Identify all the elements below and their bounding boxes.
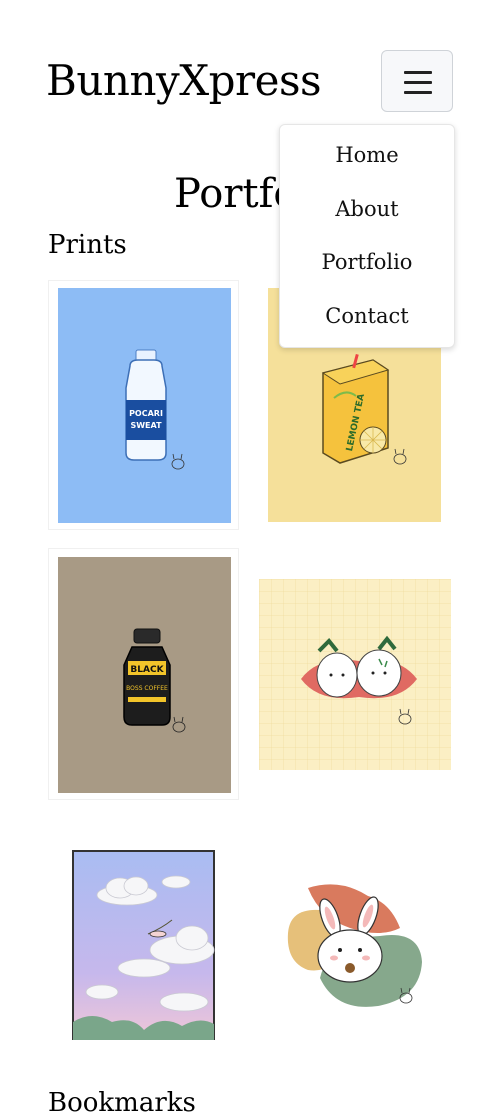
artwork-label: BLACK <box>130 665 164 675</box>
menu-item-contact[interactable]: Contact <box>280 303 454 329</box>
print-thumbnail-bunny[interactable] <box>280 878 426 1014</box>
print-thumbnail-strawberry-mochi[interactable] <box>259 579 451 770</box>
section-title-prints: Prints <box>48 230 127 260</box>
print-thumbnail-boss-coffee[interactable]: BLACK BOSS COFFEE <box>48 548 239 800</box>
print-thumbnail-sky-scene[interactable] <box>72 850 215 1040</box>
print-image <box>259 579 451 770</box>
hamburger-line <box>404 91 432 94</box>
artwork-label: SWEAT <box>130 421 162 430</box>
menu-item-portfolio[interactable]: Portfolio <box>280 249 454 275</box>
section-title-bookmarks: Bookmarks <box>48 1088 196 1118</box>
menu-item-about[interactable]: About <box>280 196 454 222</box>
hamburger-line <box>404 81 432 84</box>
artwork-label: BOSS COFFEE <box>126 685 168 692</box>
brand-logo[interactable]: BunnyXpress <box>46 56 322 106</box>
print-image: BLACK BOSS COFFEE <box>58 557 231 793</box>
menu-toggle-button[interactable] <box>381 50 453 112</box>
nav-dropdown-menu: Home About Portfolio Contact <box>279 124 455 348</box>
print-image <box>72 850 215 1040</box>
print-image <box>280 878 426 1014</box>
print-image: POCARI SWEAT <box>58 288 231 523</box>
hamburger-line <box>404 71 432 74</box>
print-thumbnail-pocari-sweat[interactable]: POCARI SWEAT <box>48 280 239 530</box>
artwork-label: POCARI <box>129 409 163 418</box>
menu-item-home[interactable]: Home <box>280 142 454 168</box>
